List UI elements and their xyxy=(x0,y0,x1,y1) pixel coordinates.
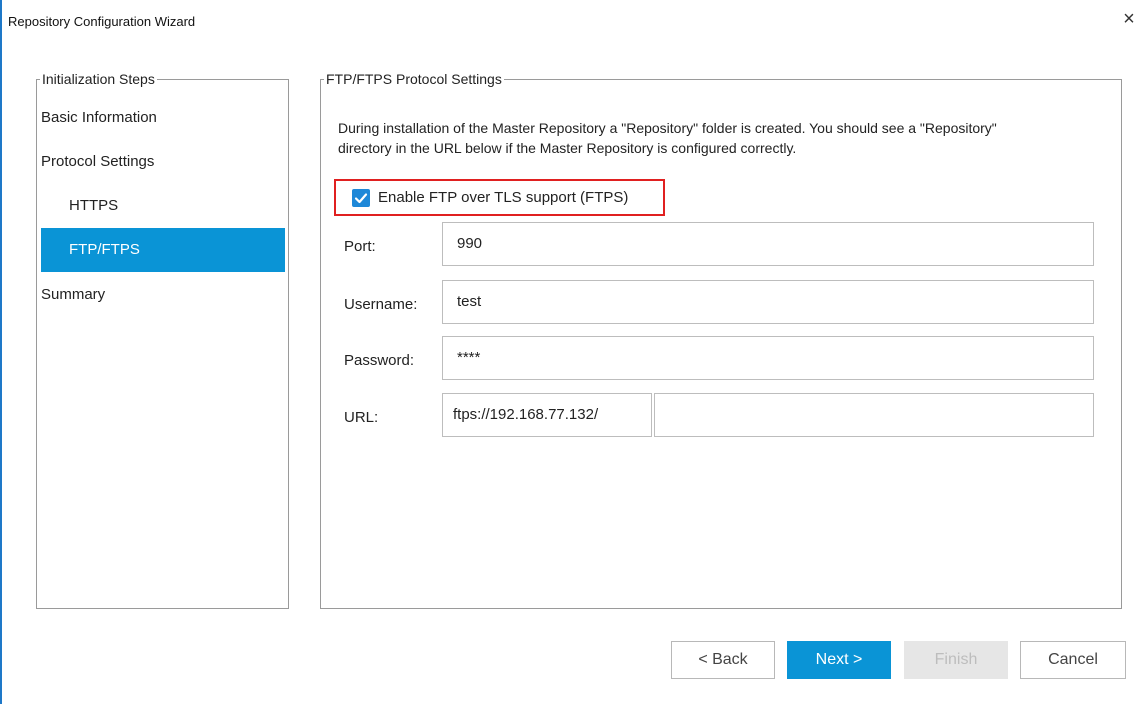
initialization-steps-legend: Initialization Steps xyxy=(40,70,157,88)
window-title: Repository Configuration Wizard xyxy=(8,14,196,29)
step-ftp-ftps[interactable]: FTP/FTPS xyxy=(41,228,285,272)
username-field[interactable]: test xyxy=(442,280,1094,324)
password-field[interactable]: **** xyxy=(442,336,1094,380)
step-label: FTP/FTPS xyxy=(69,241,140,258)
ftps-highlight-box: Enable FTP over TLS support (FTPS) xyxy=(334,179,665,216)
close-icon[interactable]: × xyxy=(1118,8,1140,30)
step-https[interactable]: HTTPS xyxy=(41,184,285,228)
password-label: Password: xyxy=(344,352,415,369)
settings-description: During installation of the Master Reposi… xyxy=(338,120,997,156)
step-label: HTTPS xyxy=(69,197,119,214)
settings-legend: FTP/FTPS Protocol Settings xyxy=(324,70,504,88)
step-label: Basic Information xyxy=(41,109,157,126)
step-label: Protocol Settings xyxy=(41,153,155,170)
window-left-edge xyxy=(0,0,2,704)
initialization-steps-panel: Initialization Steps Basic Information P… xyxy=(36,70,289,609)
step-label: Summary xyxy=(41,286,106,303)
port-label: Port: xyxy=(344,238,376,255)
port-field[interactable]: 990 xyxy=(442,222,1094,266)
url-label: URL: xyxy=(344,409,379,426)
username-label: Username: xyxy=(344,296,418,313)
ftps-checkbox[interactable] xyxy=(352,189,370,207)
step-protocol-settings[interactable]: Protocol Settings xyxy=(41,140,285,184)
ftp-ftps-settings-panel: FTP/FTPS Protocol Settings During instal… xyxy=(320,70,1122,609)
cancel-button[interactable]: Cancel xyxy=(1020,641,1126,679)
back-button[interactable]: < Back xyxy=(671,641,775,679)
step-summary[interactable]: Summary xyxy=(41,273,285,317)
step-basic-information[interactable]: Basic Information xyxy=(41,96,285,140)
checkmark-icon xyxy=(354,193,368,204)
url-prefix: ftps://192.168.77.132/ xyxy=(442,393,652,437)
ftps-checkbox-label[interactable]: Enable FTP over TLS support (FTPS) xyxy=(378,188,628,208)
url-field[interactable] xyxy=(654,393,1094,437)
finish-button: Finish xyxy=(904,641,1008,679)
next-button[interactable]: Next > xyxy=(787,641,891,679)
